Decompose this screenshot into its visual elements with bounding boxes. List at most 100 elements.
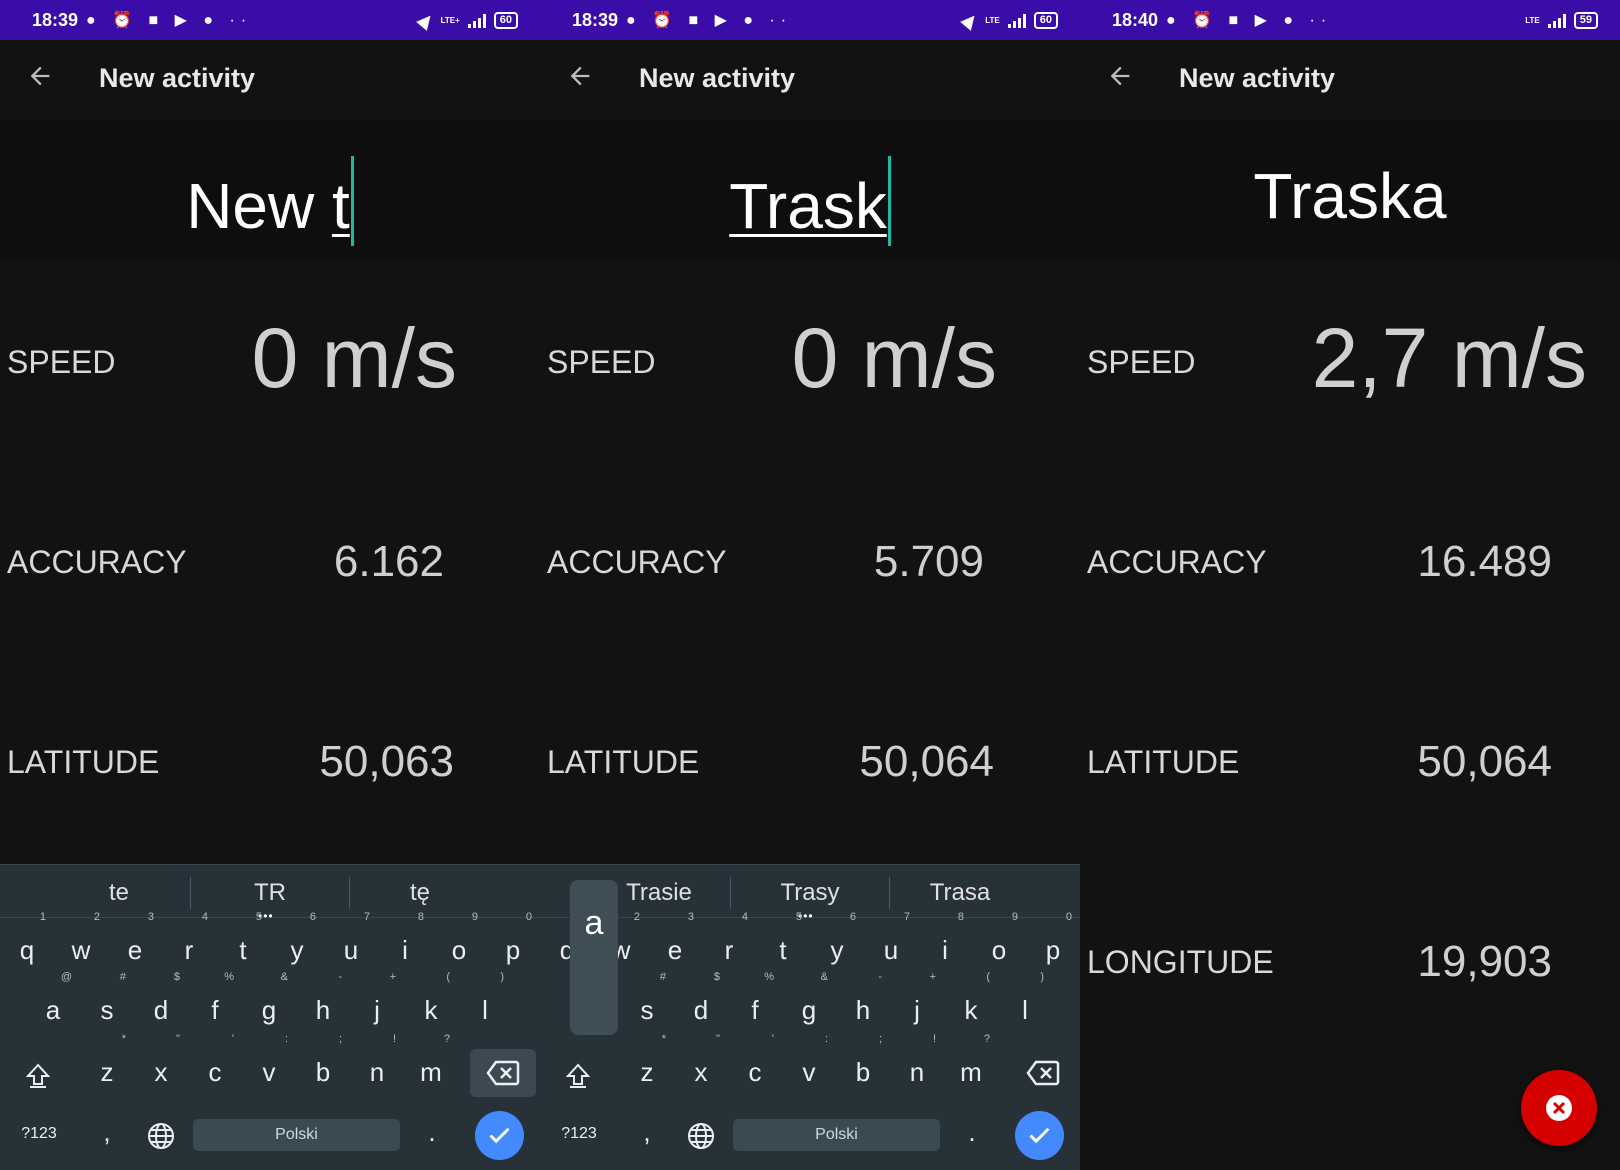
activity-name-input[interactable]: Trask (540, 156, 1080, 246)
status-icons-right: LTE 59 (1525, 12, 1598, 29)
longitude-value: 19,903 (1417, 937, 1552, 986)
space-bar[interactable]: Polski (193, 1119, 400, 1151)
key-i[interactable]: i8 (918, 911, 972, 978)
key-n[interactable]: n! (890, 1033, 944, 1100)
key-label: d (693, 995, 709, 1025)
accuracy-value: 16.489 (1417, 537, 1552, 586)
key-v[interactable]: v: (782, 1033, 836, 1100)
key-m[interactable]: m? (404, 1033, 458, 1100)
key-hint: " (176, 1033, 180, 1045)
key-c[interactable]: c ' (728, 1033, 782, 1100)
key-p[interactable]: p0 (486, 911, 540, 978)
key-d[interactable]: d $ (674, 971, 728, 1038)
notification-icons: ● ⏰ ■ ▶ ● ·· (1166, 12, 1333, 29)
key-hint: % (764, 971, 774, 983)
status-icons-right: LTE+ 60 (415, 10, 518, 31)
enter-key[interactable] (1015, 1111, 1064, 1160)
key-o[interactable]: o9 (432, 911, 486, 978)
backspace-icon[interactable] (486, 1060, 520, 1086)
shift-icon[interactable] (24, 1062, 52, 1090)
key-hint: 1 (39, 911, 46, 923)
key-y[interactable]: y6 (810, 911, 864, 978)
key-hint: " (716, 1033, 720, 1045)
globe-icon[interactable] (146, 1121, 176, 1151)
key-label: x (694, 1057, 708, 1087)
latitude-value: 50,064 (1417, 737, 1552, 786)
key-hint: - (338, 971, 342, 983)
cancel-activity-button[interactable] (1521, 1070, 1597, 1146)
key-g[interactable]: g & (242, 971, 296, 1038)
key-k[interactable]: k( (944, 971, 998, 1038)
symbols-key[interactable]: ?123 (552, 1106, 606, 1162)
key-a[interactable]: a@ (26, 971, 80, 1038)
activity-name-input[interactable]: New t (0, 156, 540, 246)
key-label: p (505, 935, 521, 965)
comma-key[interactable]: , (620, 1104, 674, 1160)
key-r[interactable]: r4 (702, 911, 756, 978)
key-g[interactable]: g & (782, 971, 836, 1038)
key-b[interactable]: b; (836, 1033, 890, 1100)
key-d[interactable]: d $ (134, 971, 188, 1038)
key-b[interactable]: b; (296, 1033, 350, 1100)
key-k[interactable]: k( (404, 971, 458, 1038)
key-u[interactable]: u7 (324, 911, 378, 978)
key-c[interactable]: c ' (188, 1033, 242, 1100)
symbols-key[interactable]: ?123 (12, 1106, 66, 1162)
key-y[interactable]: y6 (270, 911, 324, 978)
key-s[interactable]: s # (620, 971, 674, 1038)
period-key[interactable]: . (945, 1104, 999, 1160)
key-u[interactable]: u7 (864, 911, 918, 978)
key-v[interactable]: v: (242, 1033, 296, 1100)
key-p[interactable]: p0 (1026, 911, 1080, 978)
key-hint: $ (713, 971, 720, 983)
suggestion-2[interactable]: TR (195, 879, 345, 907)
key-f[interactable]: f% (728, 971, 782, 1038)
backspace-icon[interactable] (1026, 1060, 1060, 1086)
key-l[interactable]: l) (998, 971, 1052, 1038)
key-l[interactable]: l) (458, 971, 512, 1038)
key-label: e (127, 935, 143, 965)
period-key[interactable]: . (405, 1104, 459, 1160)
key-r[interactable]: r4 (162, 911, 216, 978)
key-s[interactable]: s # (80, 971, 134, 1038)
key-hint: : (284, 1033, 288, 1045)
app-bar: New activity (540, 40, 1080, 120)
key-f[interactable]: f% (188, 971, 242, 1038)
back-arrow-icon[interactable] (566, 62, 594, 90)
suggestion-2[interactable]: Trasy (735, 879, 885, 907)
shift-icon[interactable] (564, 1062, 592, 1090)
key-x[interactable]: x " (674, 1033, 728, 1100)
key-hint: % (224, 971, 234, 983)
back-arrow-icon[interactable] (26, 62, 54, 90)
suggestion-3[interactable]: tę (345, 879, 495, 907)
activity-name-input[interactable]: Traska (1080, 156, 1620, 236)
globe-icon[interactable] (686, 1121, 716, 1151)
suggestion-1[interactable]: te (44, 879, 194, 907)
key-n[interactable]: n! (350, 1033, 404, 1100)
speed-label: SPEED (7, 344, 116, 380)
accuracy-label: ACCURACY (1087, 544, 1267, 580)
status-bar: 18:40 ● ⏰ ■ ▶ ● ·· LTE 59 (1080, 0, 1620, 40)
key-h[interactable]: h- (296, 971, 350, 1038)
key-label: z (100, 1057, 114, 1087)
comma-key[interactable]: , (80, 1104, 134, 1160)
back-arrow-icon[interactable] (1106, 62, 1134, 90)
space-bar[interactable]: Polski (733, 1119, 940, 1151)
key-x[interactable]: x " (134, 1033, 188, 1100)
enter-key[interactable] (475, 1111, 524, 1160)
suggestion-3[interactable]: Trasa (885, 879, 1035, 907)
key-e[interactable]: e3 (648, 911, 702, 978)
key-i[interactable]: i8 (378, 911, 432, 978)
key-e[interactable]: e3 (108, 911, 162, 978)
key-label: x (154, 1057, 168, 1087)
key-m[interactable]: m? (944, 1033, 998, 1100)
key-z[interactable]: z * (620, 1033, 674, 1100)
key-q[interactable]: q1 (0, 911, 54, 978)
key-o[interactable]: o9 (972, 911, 1026, 978)
key-h[interactable]: h- (836, 971, 890, 1038)
key-z[interactable]: z * (80, 1033, 134, 1100)
key-j[interactable]: j + (890, 971, 944, 1038)
check-icon (489, 1127, 510, 1144)
speed-label: SPEED (547, 344, 656, 380)
key-j[interactable]: j + (350, 971, 404, 1038)
